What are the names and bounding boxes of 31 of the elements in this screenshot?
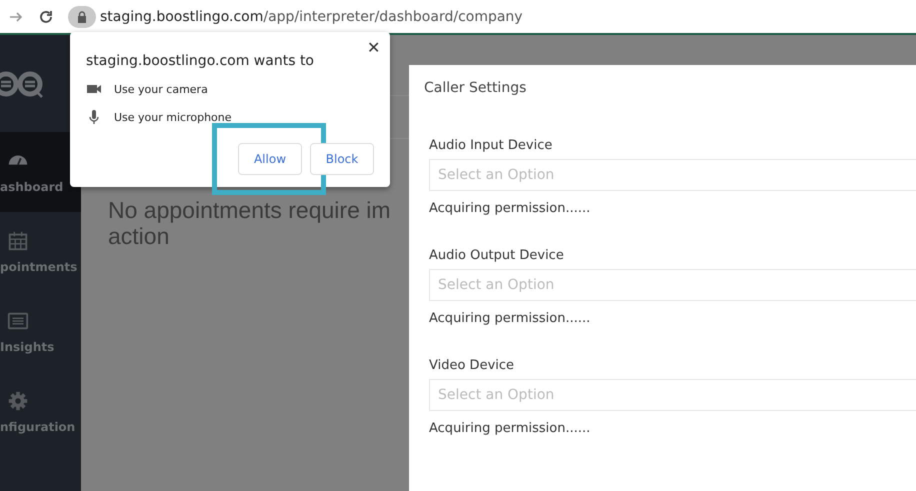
sidebar-label: ashboard — [0, 180, 64, 194]
sidebar-label: nfiguration — [0, 420, 76, 434]
permission-label: Use your microphone — [114, 110, 232, 124]
field-label: Audio Output Device — [429, 248, 564, 263]
sidebar-label: Insights — [0, 340, 54, 354]
permission-button[interactable]: Block — [310, 143, 374, 175]
field-label: Audio Input Device — [429, 138, 552, 153]
lock-icon[interactable] — [68, 6, 96, 28]
permission-label: Use your camera — [114, 82, 208, 96]
status-text: Acquiring permission...... — [429, 311, 590, 326]
list-icon — [7, 310, 29, 332]
sidebar-item[interactable]: nfiguration — [0, 372, 81, 452]
reload-icon[interactable] — [38, 8, 54, 24]
sidebar-label: pointments — [0, 260, 78, 274]
status-text: Acquiring permission...... — [429, 201, 590, 216]
permission-button[interactable]: Allow — [238, 143, 302, 175]
sidebar-item[interactable]: ashboard — [0, 132, 81, 212]
sidebar-item[interactable]: Insights — [0, 292, 81, 372]
empty-message: No appointments require im action — [108, 197, 391, 249]
panel-title: Caller Settings — [424, 80, 526, 96]
address-bar[interactable]: staging.boostlingo.com/app/interpreter/dashboard/company — [100, 8, 523, 24]
sidebar-item[interactable]: pointments — [0, 212, 81, 292]
status-text: Acquiring permission...... — [429, 421, 590, 436]
field-label: Video Device — [429, 358, 514, 373]
popup-title: staging.boostlingo.com wants to — [86, 53, 314, 69]
select-field[interactable]: Select an Option — [429, 159, 916, 191]
select-field[interactable]: Select an Option — [429, 269, 916, 301]
close-button[interactable]: ✕ — [367, 38, 380, 58]
gear-icon — [7, 390, 29, 412]
calendar-icon — [7, 230, 29, 252]
select-field[interactable]: Select an Option — [429, 379, 916, 411]
